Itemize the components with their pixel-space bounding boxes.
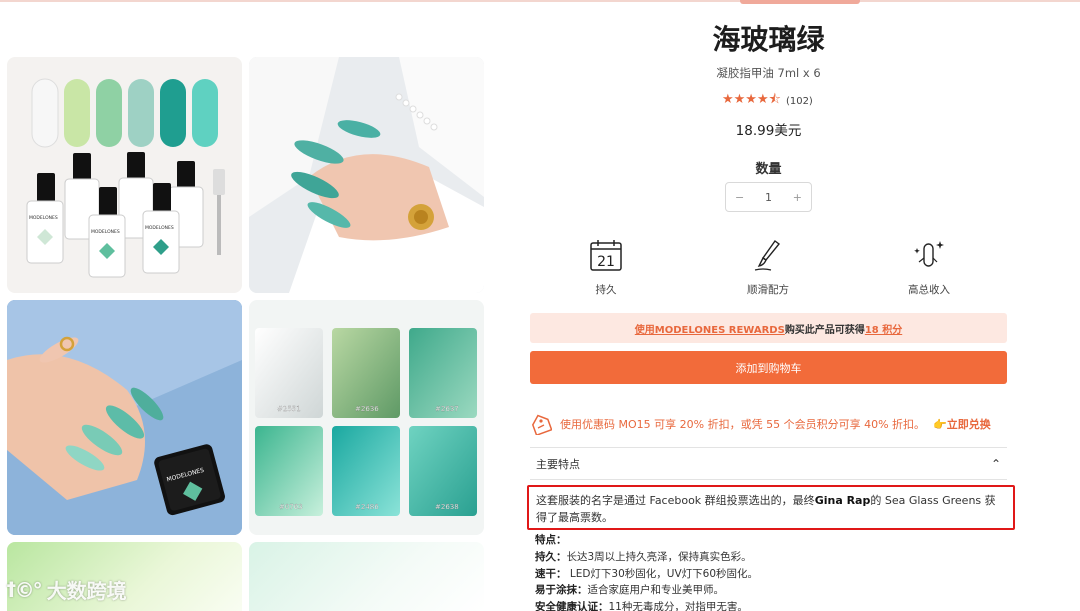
rewards-points: 18 积分 xyxy=(864,324,903,336)
description-name: Gina Rap xyxy=(814,494,871,507)
feature-long-lasting: 21 持久 xyxy=(551,238,661,297)
feature-list: 特点： 持久：长达3周以上持久亮泽，保持真实色彩。 速干： LED灯下30秒固化… xyxy=(535,532,1005,611)
description-text: 这套服装的名字是通过 Facebook 群组投票选出的，最终 xyxy=(536,494,815,507)
coupon-tag-icon xyxy=(531,414,552,435)
swatch-code: #2638 xyxy=(435,503,459,511)
promo-text: 使用优惠码 MO15 可享 20% 折扣，或凭 55 个会员积分可享 40% 折… xyxy=(560,418,926,431)
accordion-title: 主要特点 xyxy=(536,458,580,471)
list-item: 特点： xyxy=(535,534,567,546)
review-count[interactable]: (102) xyxy=(786,96,813,107)
swatch-code: #2551 xyxy=(277,405,301,413)
chevron-up-icon[interactable]: ⌃ xyxy=(991,457,1001,471)
swatch-code: #2637 xyxy=(435,405,459,413)
description-highlight: 这套服装的名字是通过 Facebook 群组投票选出的，最终Gina Rap的 … xyxy=(527,485,1015,530)
bottle-brand-label: MODELONES xyxy=(29,215,58,221)
list-item: 易于涂抹：适合家庭用户和专业美甲师。 xyxy=(535,584,724,597)
watermark: ꝉ©° 大数跨境 xyxy=(6,575,127,604)
divider xyxy=(530,447,1007,448)
quantity-value[interactable]: 1 xyxy=(765,191,772,204)
key-features-accordion[interactable]: 主要特点 ⌃ xyxy=(530,449,1007,479)
swatch-code: #0763 xyxy=(279,503,303,511)
list-item: 速干： LED灯下30秒固化，UV灯下60秒固化。 xyxy=(535,567,758,580)
list-item: 安全健康认证：11种无毒成分，对指甲无害。 xyxy=(535,601,748,611)
feature-label: 高总收入 xyxy=(908,284,950,296)
list-item: 持久：长达3周以上持久亮泽，保持真实色彩。 xyxy=(535,550,752,563)
quantity-stepper: − 1 + xyxy=(725,182,812,212)
redeem-now-link[interactable]: 👉立即兑换 xyxy=(933,416,991,432)
calendar-day: 21 xyxy=(597,254,615,270)
bottle-brand-label: MODELONES xyxy=(145,225,174,231)
gallery-image-bottles[interactable]: MODELONES MODELONES MODELONES xyxy=(7,57,242,293)
feature-label: 顺滑配方 xyxy=(747,284,789,296)
promo-banner: 使用优惠码 MO15 可享 20% 折扣，或凭 55 个会员积分可享 40% 折… xyxy=(530,413,1007,435)
rewards-banner: 使用MODELONES REWARDS 购买此产品可获得 18 积分 xyxy=(530,313,1007,343)
add-to-cart-button[interactable]: 添加到购物车 xyxy=(530,351,1007,384)
feature-high-income: 高总收入 xyxy=(874,238,984,297)
decrement-button[interactable]: − xyxy=(735,191,744,204)
swatch-code: #2636 xyxy=(355,405,379,413)
top-border xyxy=(0,0,1080,2)
calendar-icon: 21 xyxy=(590,240,622,271)
quantity-label: 数量 xyxy=(755,162,782,177)
swatch-code: #2486 xyxy=(355,503,379,511)
star-rating-icon: ★★★★⯪ xyxy=(722,92,781,107)
gallery-image-hand-blue[interactable]: MODELONES xyxy=(7,300,242,535)
gallery-image-swatches[interactable]: #2551 #2636 #2637 #0763 #2486 #2638 xyxy=(249,300,484,535)
product-subtitle: 凝胶指甲油 7ml x 6 xyxy=(716,66,821,80)
sparkle-nail-icon xyxy=(914,241,944,267)
top-tab-indicator xyxy=(740,0,860,4)
gallery-image-hand-white[interactable] xyxy=(249,57,484,293)
product-title: 海玻璃绿 xyxy=(712,23,825,56)
watermark-text: 大数跨境 xyxy=(46,579,127,603)
brush-icon xyxy=(754,240,781,271)
rewards-text: 购买此产品可获得 xyxy=(784,324,865,336)
bottle-brand-label: MODELONES xyxy=(91,229,120,235)
gallery-image-partial-right[interactable] xyxy=(249,542,484,611)
rewards-link[interactable]: 使用MODELONES REWARDS xyxy=(635,321,785,336)
feature-smooth-formula: 顺滑配方 xyxy=(713,238,823,297)
increment-button[interactable]: + xyxy=(793,191,802,204)
product-price: 18.99美元 xyxy=(735,123,802,139)
rating[interactable]: ★★★★⯪ (102) xyxy=(722,90,813,112)
divider xyxy=(530,479,1007,480)
feature-label: 持久 xyxy=(595,284,617,296)
watermark-logo: ꝉ©° xyxy=(6,577,43,602)
